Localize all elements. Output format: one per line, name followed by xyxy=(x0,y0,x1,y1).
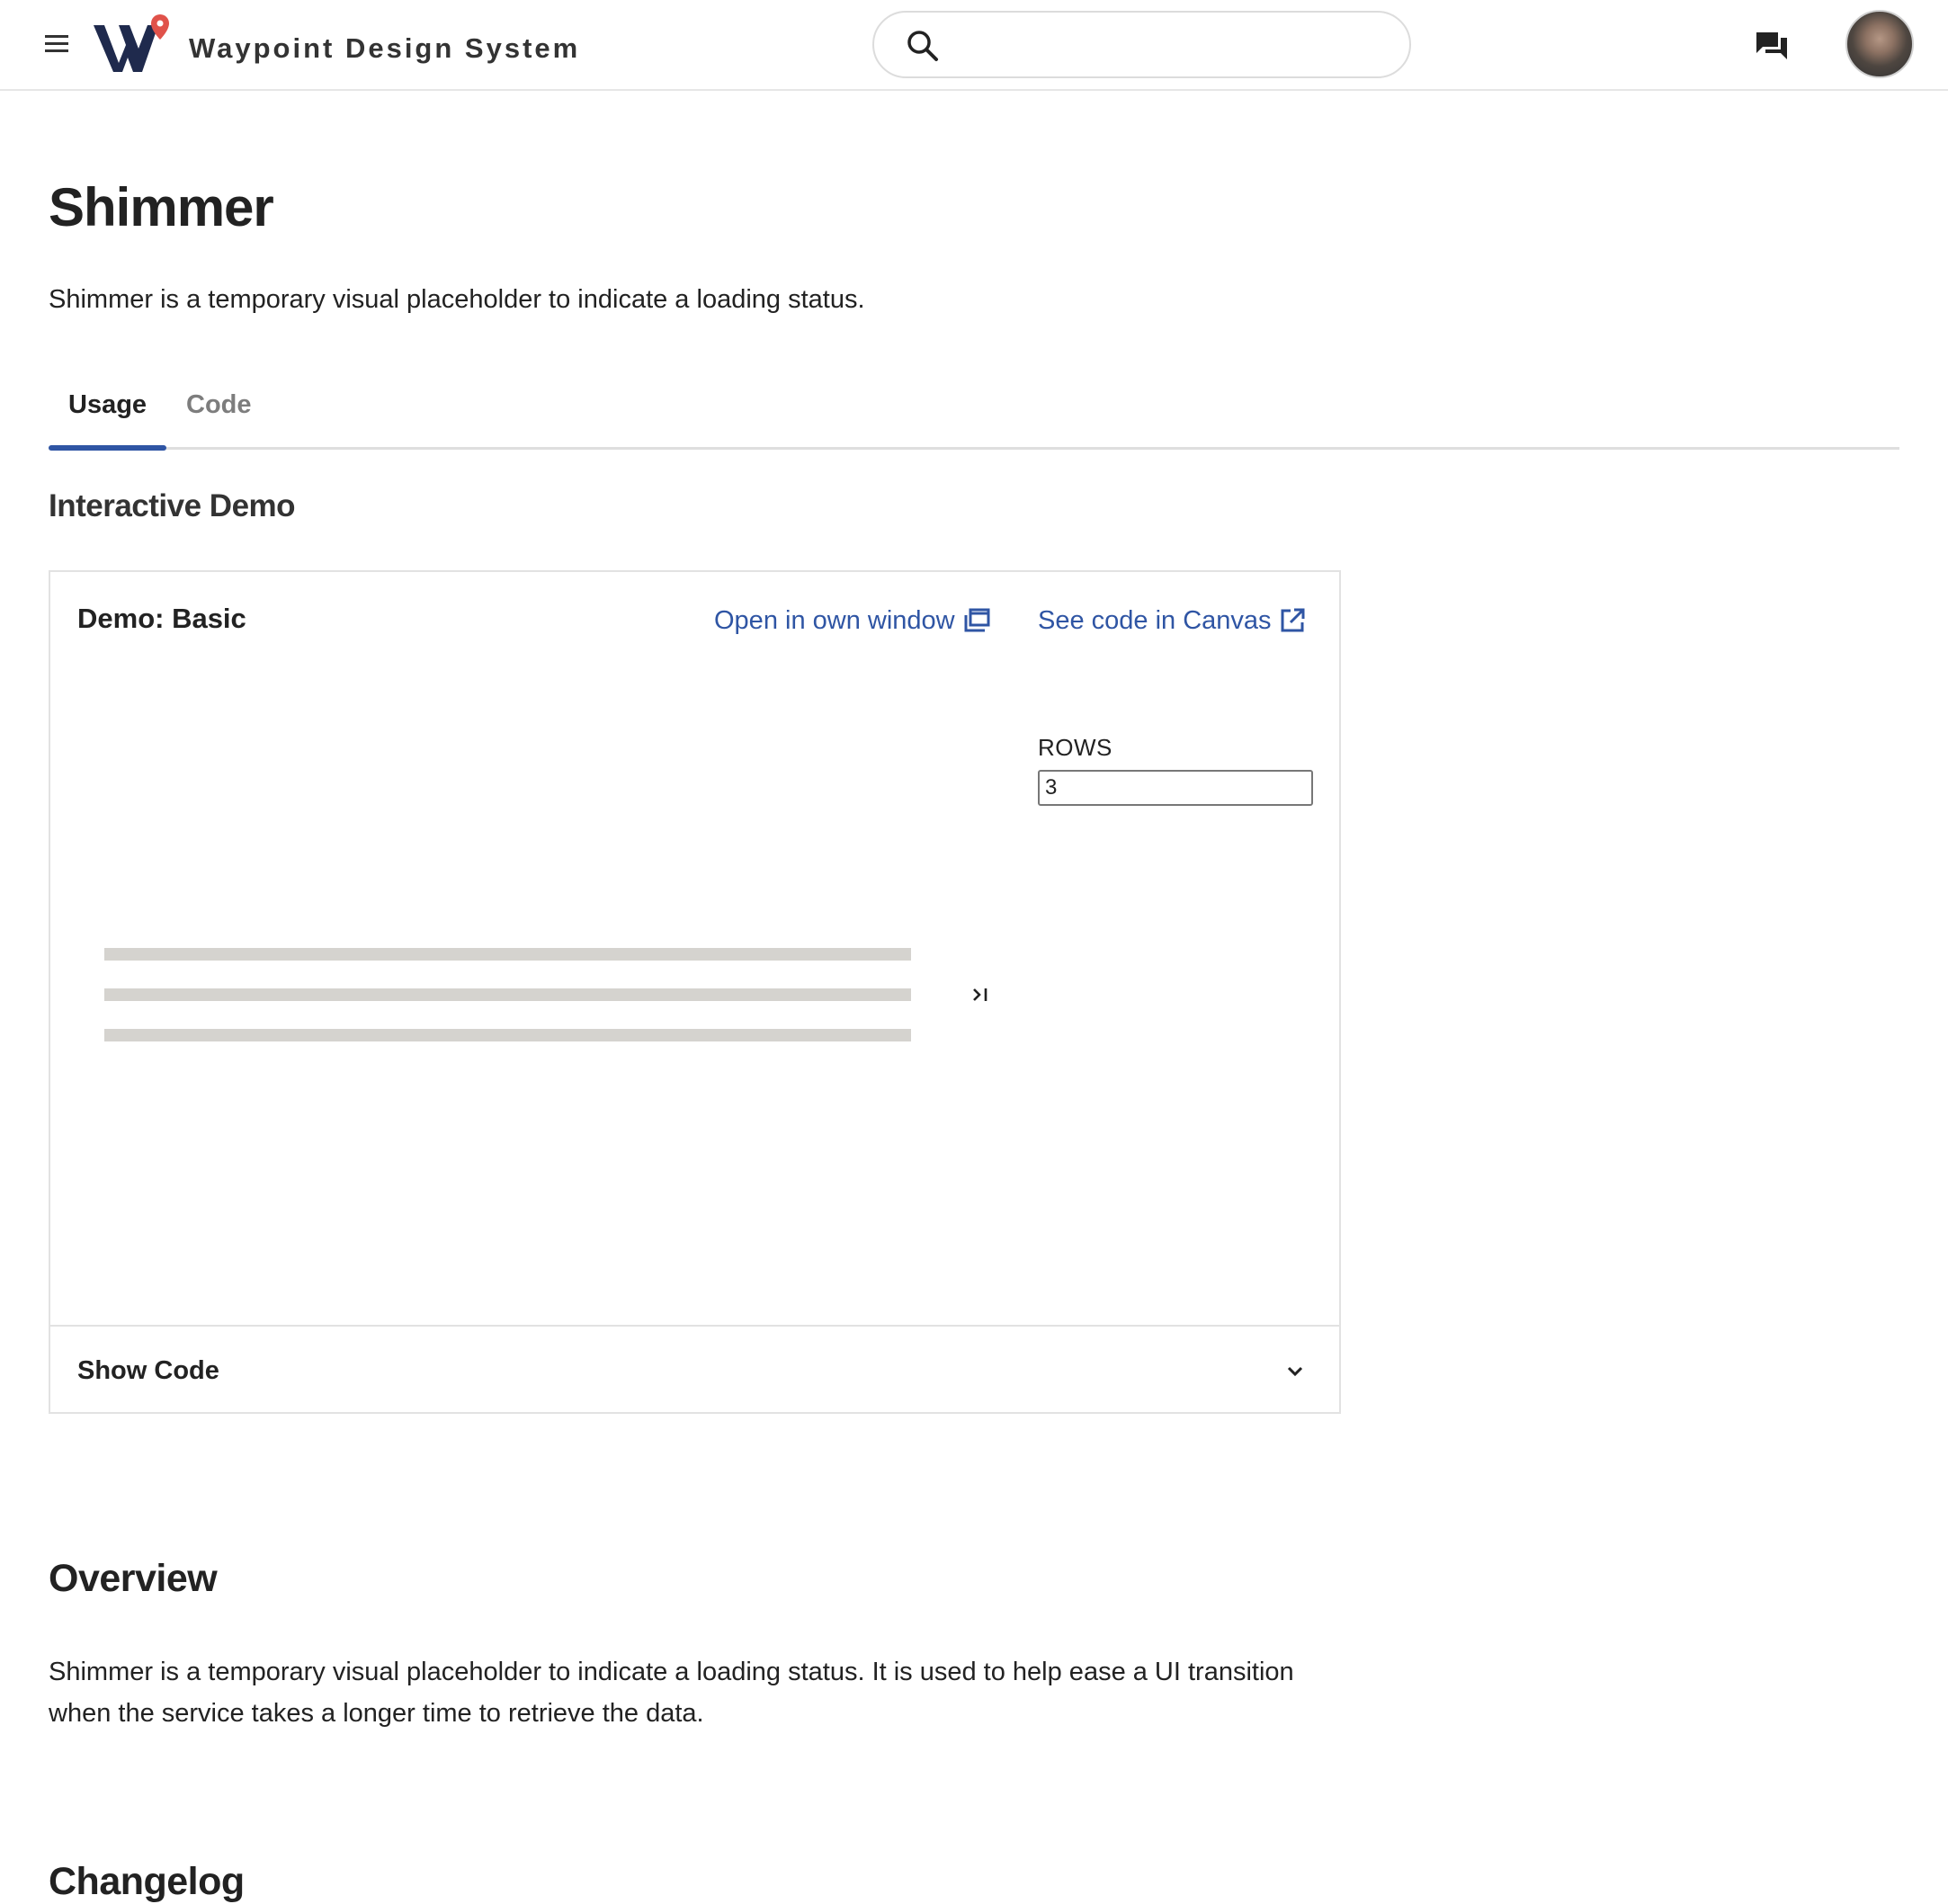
changelog-heading: Changelog xyxy=(49,1860,245,1903)
overview-heading: Overview xyxy=(49,1557,218,1600)
waypoint-logo[interactable] xyxy=(92,13,178,74)
external-link-icon xyxy=(1281,608,1305,632)
chat-bubbles-icon[interactable] xyxy=(1754,27,1790,63)
collapse-panel-icon[interactable] xyxy=(969,982,994,1007)
see-code-in-canvas-label: See code in Canvas xyxy=(1038,606,1272,635)
open-in-own-window-label: Open in own window xyxy=(714,606,955,635)
show-code-label: Show Code xyxy=(77,1356,219,1385)
search-input[interactable] xyxy=(957,23,1389,67)
user-avatar[interactable] xyxy=(1845,10,1914,78)
page-intro: Shimmer is a temporary visual placeholde… xyxy=(49,285,865,314)
active-tab-indicator xyxy=(49,445,166,451)
show-code-toggle[interactable]: Show Code xyxy=(50,1325,1339,1412)
demo-card: Demo: Basic Open in own window See code … xyxy=(49,570,1341,1414)
overview-text: Shimmer is a temporary visual placeholde… xyxy=(49,1658,1294,1728)
tab-bar: Usage Code xyxy=(49,378,1899,451)
shimmer-line xyxy=(104,988,911,1001)
tab-usage[interactable]: Usage xyxy=(68,390,147,420)
interactive-demo-heading: Interactive Demo xyxy=(49,488,296,523)
tab-code[interactable]: Code xyxy=(186,390,252,420)
rows-input[interactable] xyxy=(1038,770,1313,806)
hamburger-menu-icon[interactable] xyxy=(43,31,74,58)
see-code-in-canvas-link[interactable]: See code in Canvas xyxy=(1038,606,1306,636)
shimmer-line xyxy=(104,948,911,961)
open-in-window-icon xyxy=(964,608,990,632)
brand-name[interactable]: Waypoint Design System xyxy=(189,32,580,65)
rows-label: ROWS xyxy=(1038,734,1113,761)
top-app-bar: Waypoint Design System xyxy=(0,0,1948,91)
chevron-down-icon xyxy=(1287,1366,1303,1377)
shimmer-placeholder xyxy=(104,948,914,1056)
open-in-own-window-link[interactable]: Open in own window xyxy=(714,606,991,636)
demo-title: Demo: Basic xyxy=(77,603,246,634)
page-title: Shimmer xyxy=(49,177,274,237)
search-icon[interactable] xyxy=(905,28,941,64)
search-bar[interactable] xyxy=(872,11,1411,78)
shimmer-line xyxy=(104,1029,911,1041)
